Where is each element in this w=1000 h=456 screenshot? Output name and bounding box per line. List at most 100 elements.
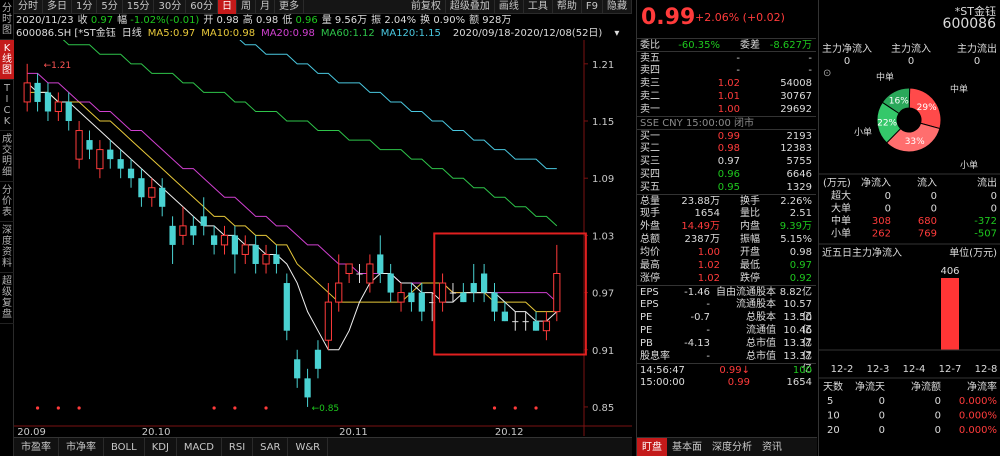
period-5[interactable]: 30分 xyxy=(154,0,187,14)
stat-value: 1654 xyxy=(694,208,720,219)
buy-row-1: 买二 0.98 12383 xyxy=(637,142,816,155)
quote-tab-2[interactable]: 深度分析 xyxy=(707,438,757,456)
toolbar-right-3[interactable]: 工具 xyxy=(524,0,553,14)
toolbar-right-2[interactable]: 画线 xyxy=(495,0,524,14)
toolbar-right-0[interactable]: 前复权 xyxy=(407,0,446,14)
stat-value: 1.02 xyxy=(697,260,720,271)
buy-vol: 2193 xyxy=(786,131,812,142)
period-toolbar: 分时 多日 1分 5分 15分 30分 60分日周月更多 前复权 超级叠加 画线 工具 帮助 F9 隐藏 xyxy=(14,0,632,14)
stat-value: 0.97 xyxy=(789,260,812,271)
period-9[interactable]: 月 xyxy=(256,0,275,14)
period-6[interactable]: 60分 xyxy=(186,0,218,14)
sell-row-4: 卖一 1.00 29692 xyxy=(637,103,816,116)
quote-tab-0[interactable]: 盯盘 xyxy=(637,438,667,456)
left-tab-2[interactable]: TICK xyxy=(0,80,14,131)
candle-body xyxy=(34,82,41,102)
period-8[interactable]: 周 xyxy=(237,0,256,14)
quote-tab-3[interactable]: 资讯 xyxy=(757,438,787,456)
left-tab-char: 明 xyxy=(2,156,12,167)
sell-price: 1.00 xyxy=(717,104,740,115)
period-4[interactable]: 15分 xyxy=(123,0,155,14)
exchange-row: SSE CNY 15:00:00 闭市 xyxy=(637,116,816,129)
fund-label: 流通值 xyxy=(746,325,776,336)
fund-value: -1.46 xyxy=(684,287,710,298)
left-tab-char: 表 xyxy=(2,207,12,218)
period-1[interactable]: 多日 xyxy=(43,0,72,14)
y-tick-label: 1.03 xyxy=(592,231,614,242)
indicator-tab-2[interactable]: BOLL xyxy=(104,437,145,456)
buy-row-4: 买五 0.95 1329 xyxy=(637,181,816,194)
left-tab-1[interactable]: K线图 xyxy=(0,40,14,80)
sell-row-3: 卖二 1.01 30767 xyxy=(637,90,816,103)
signal-marker xyxy=(233,406,237,410)
fund-value: - xyxy=(706,325,710,336)
stat-row-0: 总量 23.88万 换手 2.26% xyxy=(637,194,816,207)
left-tab-0[interactable]: 分时图 xyxy=(0,0,14,40)
left-tab-3[interactable]: 成交明细 xyxy=(0,131,14,182)
flow-row-in: 680 xyxy=(918,216,937,227)
period-2[interactable]: 1分 xyxy=(72,0,98,14)
info-label: 开 xyxy=(203,15,217,26)
indicator-tab-3[interactable]: KDJ xyxy=(145,437,177,456)
candle-body xyxy=(314,349,322,369)
period-3[interactable]: 5分 xyxy=(97,0,123,14)
candle-body xyxy=(159,187,166,207)
sell-label: 卖四 xyxy=(640,65,660,76)
stat-value: 5.15% xyxy=(780,234,812,245)
tick-price: 0.99 xyxy=(727,377,750,388)
period-10[interactable]: 更多 xyxy=(275,0,304,14)
fund-value: -0.7 xyxy=(690,312,710,323)
sell-label: 卖五 xyxy=(640,53,660,64)
fund-value: -4.13 xyxy=(684,338,710,349)
indicator-tab-1[interactable]: 市净率 xyxy=(59,437,104,456)
left-tab-char: K xyxy=(3,116,11,127)
flow-row-net: 262 xyxy=(872,229,891,240)
stat-row-2: 外盘 14.49万 内盘 9.39万 xyxy=(637,220,816,233)
fund-value: 13.50亿 xyxy=(783,312,812,336)
candle-body xyxy=(345,263,353,275)
pie-outer-label: 小单 xyxy=(854,126,872,138)
weibi-label: 委比 xyxy=(640,40,660,51)
left-tab-char: 图 xyxy=(2,25,12,36)
left-tab-6[interactable]: 超级复盘 xyxy=(0,273,14,324)
left-tab-char: 料 xyxy=(2,258,12,269)
left-tab-char: T xyxy=(3,83,11,94)
symbol-label: 600086.SH [*ST金钰 xyxy=(16,28,116,39)
buy-vol: 6646 xyxy=(786,169,812,180)
fund-label: EPS xyxy=(640,287,659,298)
sell-label: 卖一 xyxy=(640,104,660,115)
toolbar-right-1[interactable]: 超级叠加 xyxy=(446,0,495,14)
five-day-category: 12-2 xyxy=(831,364,854,375)
y-tick-label: 1.09 xyxy=(592,174,614,185)
indicator-tab-5[interactable]: RSI xyxy=(222,437,254,456)
toolbar-right-6[interactable]: 隐藏 xyxy=(603,0,632,14)
left-tab-char: C xyxy=(3,105,11,116)
indicator-tab-6[interactable]: SAR xyxy=(253,437,289,456)
toolbar-right-4[interactable]: 帮助 xyxy=(553,0,582,14)
five-day-unit: 单位(万元) xyxy=(949,246,997,259)
pie-outer-label: 小单 xyxy=(960,159,978,171)
y-tick-label: 1.21 xyxy=(592,60,614,71)
range-dropdown-icon[interactable]: ▾ xyxy=(608,27,633,40)
indicator-tab-4[interactable]: MACD xyxy=(177,437,222,456)
indicator-tab-0[interactable]: 市盈率 xyxy=(14,437,59,456)
candle-body xyxy=(418,292,425,312)
left-tab-4[interactable]: 分价表 xyxy=(0,182,14,222)
signal-marker xyxy=(492,406,497,410)
kline-chart[interactable]: 1.21 1.15 1.09 1.03 0.97 0.91 0.85 20.09 20.10 20… xyxy=(14,40,632,436)
tick-price: 0.99↓ xyxy=(719,365,750,376)
period-0[interactable]: 分时 xyxy=(14,0,43,14)
low-annotation: ←0.85 xyxy=(312,404,340,414)
left-tab-5[interactable]: 深度资料 xyxy=(0,222,14,273)
left-tab-char: 度 xyxy=(2,236,12,247)
left-tab-char: 交 xyxy=(2,145,12,156)
quote-tab-1[interactable]: 基本面 xyxy=(667,438,707,456)
candle-body xyxy=(304,378,311,398)
toolbar-right-5[interactable]: F9 xyxy=(582,0,603,14)
day-row-b: 0 xyxy=(935,396,941,407)
sell-vol: 29692 xyxy=(780,104,812,115)
indicator-tab-7[interactable]: W&R xyxy=(288,437,329,456)
period-7[interactable]: 日 xyxy=(217,0,237,14)
info-item-8: 额 928万 xyxy=(469,14,511,27)
info-item-7: 换 0.90% xyxy=(420,14,465,27)
